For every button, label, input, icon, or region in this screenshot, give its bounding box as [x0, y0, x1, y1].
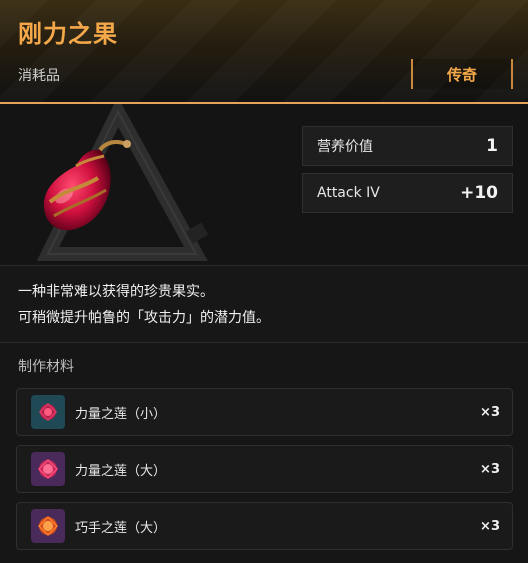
material-row[interactable]: 巧手之莲（大） ×3	[16, 502, 513, 550]
material-quantity: ×3	[480, 461, 500, 477]
item-category: 消耗品	[18, 68, 60, 84]
description-line: 可稍微提升帕鲁的「攻击力」的潜力值。	[18, 310, 270, 326]
dexterity-lotus-icon	[31, 509, 65, 543]
stat-value: +10	[460, 183, 498, 203]
stat-label: 营养价值	[317, 139, 373, 155]
material-row[interactable]: 力量之莲（大） ×3	[16, 445, 513, 493]
material-quantity: ×3	[480, 404, 500, 420]
stat-nutrition: 营养价值 1	[302, 126, 513, 166]
material-name: 力量之莲（小）	[75, 406, 167, 422]
description-line: 一种非常难以获得的珍贵果实。	[18, 284, 214, 300]
stat-label: Attack IV	[317, 185, 380, 201]
red-fruit-pendant-icon	[43, 140, 131, 231]
material-quantity: ×3	[480, 518, 500, 534]
item-description: 一种非常难以获得的珍贵果实。 可稍微提升帕鲁的「攻击力」的潜力值。	[0, 266, 528, 343]
item-header: 刚力之果 消耗品 传奇	[0, 0, 528, 104]
small-lotus-icon	[31, 395, 65, 429]
material-name: 力量之莲（大）	[75, 463, 167, 479]
material-name: 巧手之莲（大）	[75, 520, 167, 536]
rarity-badge: 传奇	[411, 59, 513, 89]
material-row[interactable]: 力量之莲（小） ×3	[16, 388, 513, 436]
stat-attack-iv: Attack IV +10	[302, 173, 513, 213]
stat-value: 1	[486, 136, 498, 156]
materials-heading: 制作材料	[18, 359, 74, 375]
item-detail-card: 刚力之果 消耗品 传奇 营养价值 1 Attack IV +10 一种非常难以获…	[0, 0, 528, 563]
large-lotus-icon	[31, 452, 65, 486]
item-hero: 营养价值 1 Attack IV +10	[0, 104, 528, 266]
item-title: 刚力之果	[18, 20, 118, 48]
